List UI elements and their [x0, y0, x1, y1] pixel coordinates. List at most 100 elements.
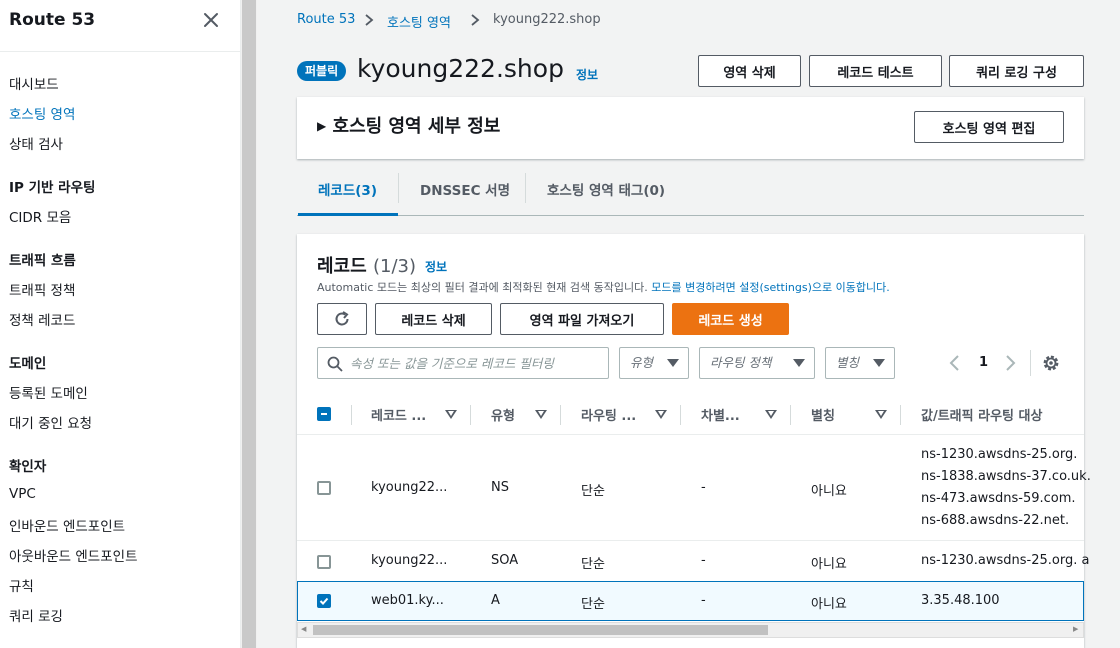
tab-tags[interactable]: 호스팅 영역 태그(0) — [547, 179, 665, 199]
record-search-field[interactable] — [317, 347, 609, 379]
sidebar-item-outbound-endpoints[interactable]: 아웃바운드 엔드포인트 — [9, 545, 138, 565]
col-type[interactable]: 유형 — [491, 405, 515, 424]
sidebar-scrollbar-thumb[interactable] — [242, 0, 256, 648]
sort-caret-icon[interactable] — [875, 410, 887, 419]
horizontal-scrollbar-thumb[interactable] — [313, 625, 768, 635]
breadcrumb-route53[interactable]: Route 53 — [297, 12, 355, 27]
sidebar-item-vpc[interactable]: VPC — [9, 486, 36, 502]
caret-right-icon: ▶ — [317, 119, 327, 133]
delete-record-button[interactable]: 레코드 삭제 — [375, 303, 492, 335]
zone-details-expander[interactable]: ▶ 호스팅 영역 세부 정보 — [317, 112, 500, 138]
record-search-input[interactable] — [350, 354, 600, 372]
active-tab-indicator — [298, 213, 398, 216]
sidebar-item-cidr[interactable]: CIDR 모음 — [9, 206, 71, 226]
breadcrumb-current: kyoung222.shop — [493, 12, 601, 27]
breadcrumb-hosted-zones[interactable]: 호스팅 영역 — [387, 12, 451, 31]
create-record-button[interactable]: 레코드 생성 — [672, 303, 789, 335]
record-value: 3.35.48.100 — [921, 593, 1000, 608]
sidebar-item-rules[interactable]: 규칙 — [9, 575, 34, 595]
records-count: (1/3) — [372, 256, 416, 277]
sidebar-title: Route 53 — [9, 10, 96, 30]
col-differentiator[interactable]: 차별... — [701, 405, 740, 424]
sidebar-item-traffic-policies[interactable]: 트래픽 정책 — [9, 279, 75, 299]
caret-down-icon — [873, 359, 885, 367]
delete-zone-button[interactable]: 영역 삭제 — [698, 55, 801, 87]
sidebar-item-query-logging[interactable]: 쿼리 로깅 — [9, 605, 63, 625]
tab-records[interactable]: 레코드(3) — [318, 179, 377, 199]
record-alias: 아니요 — [811, 484, 847, 499]
tab-divider — [398, 173, 399, 203]
scroll-right-icon[interactable]: ▶ — [1073, 625, 1078, 633]
column-divider — [470, 405, 471, 425]
sort-caret-icon[interactable] — [655, 410, 667, 419]
record-alias: 아니요 — [811, 597, 847, 612]
routing-filter-label: 라우팅 정책 — [710, 355, 772, 370]
sidebar-item-hosted-zones[interactable]: 호스팅 영역 — [9, 103, 75, 123]
col-alias[interactable]: 별칭 — [811, 405, 835, 424]
sort-caret-icon[interactable] — [535, 410, 547, 419]
current-page[interactable]: 1 — [979, 355, 988, 370]
import-zone-file-button[interactable]: 영역 파일 가져오기 — [500, 303, 664, 335]
col-record-name[interactable]: 레코드 ... — [371, 405, 426, 424]
zone-details-title: 호스팅 영역 세부 정보 — [332, 116, 501, 137]
record-value: ns-1230.awsdns-25.org. — [921, 447, 1078, 462]
sidebar-item-registered-domains[interactable]: 등록된 도메인 — [9, 382, 88, 402]
sort-caret-icon[interactable] — [765, 410, 777, 419]
records-info-link[interactable]: 정보 — [425, 258, 447, 275]
type-filter-select[interactable]: 유형 — [619, 347, 689, 379]
col-value[interactable]: 값/트래픽 라우팅 대상 — [921, 405, 1042, 424]
row-divider — [297, 540, 1084, 541]
sidebar-item-pending-requests[interactable]: 대기 중인 요청 — [9, 412, 92, 432]
record-type: A — [491, 593, 500, 608]
prev-page-icon[interactable] — [948, 354, 962, 372]
sidebar-group-resolver: 확인자 — [9, 459, 47, 475]
next-page-icon[interactable] — [1003, 354, 1017, 372]
record-name[interactable]: kyoung22... — [371, 480, 447, 495]
record-name[interactable]: web01.ky... — [371, 593, 444, 608]
refresh-button[interactable] — [317, 303, 367, 335]
record-name[interactable]: kyoung22... — [371, 553, 447, 568]
scroll-left-icon[interactable]: ◀ — [301, 625, 306, 633]
row-checkbox[interactable] — [317, 481, 331, 495]
column-divider — [900, 405, 901, 425]
chevron-right-icon — [471, 14, 480, 26]
record-type: SOA — [491, 553, 519, 568]
close-icon[interactable] — [202, 11, 220, 29]
tabs-baseline — [297, 215, 1084, 216]
gear-icon[interactable] — [1041, 353, 1061, 373]
sidebar-item-health-checks[interactable]: 상태 검사 — [9, 133, 63, 153]
column-divider — [790, 405, 791, 425]
record-differentiator: - — [701, 553, 706, 568]
settings-link[interactable]: 모드를 변경하려면 설정(settings)으로 이동합니다. — [651, 281, 889, 294]
sidebar-item-inbound-endpoints[interactable]: 인바운드 엔드포인트 — [9, 515, 125, 535]
select-all-checkbox[interactable] — [317, 407, 331, 421]
search-icon — [327, 356, 343, 372]
sidebar-item-dashboard[interactable]: 대시보드 — [9, 73, 59, 93]
record-routing: 단순 — [581, 484, 605, 499]
record-value: ns-473.awsdns-59.com. — [921, 491, 1076, 506]
records-description: Automatic 모드는 최상의 필터 결과에 최적화된 현재 검색 동작입니… — [317, 279, 890, 295]
row-checkbox[interactable] — [317, 594, 331, 608]
alias-filter-select[interactable]: 별칭 — [825, 347, 895, 379]
record-value: ns-688.awsdns-22.net. — [921, 513, 1070, 528]
col-routing[interactable]: 라우팅 ... — [581, 405, 636, 424]
records-description-text: Automatic 모드는 최상의 필터 결과에 최적화된 현재 검색 동작입니… — [317, 281, 652, 294]
title-info-link[interactable]: 정보 — [576, 66, 598, 83]
record-value: ns-1230.awsdns-25.org. a — [921, 553, 1090, 568]
test-record-button[interactable]: 레코드 테스트 — [809, 55, 942, 87]
edit-zone-button[interactable]: 호스팅 영역 편집 — [914, 111, 1064, 143]
sidebar-item-policy-records[interactable]: 정책 레코드 — [9, 309, 75, 329]
refresh-icon — [335, 311, 349, 326]
record-routing: 단순 — [581, 597, 605, 612]
query-logging-button[interactable]: 쿼리 로깅 구성 — [949, 55, 1084, 87]
sidebar-group-traffic-flow: 트래픽 흐름 — [9, 253, 76, 269]
sort-caret-icon[interactable] — [445, 410, 457, 419]
row-checkbox[interactable] — [317, 555, 331, 569]
check-icon — [319, 597, 329, 605]
tab-divider — [525, 173, 526, 203]
tab-dnssec[interactable]: DNSSEC 서명 — [420, 179, 510, 199]
pager-divider — [1030, 350, 1031, 376]
column-divider — [351, 405, 352, 425]
record-routing: 단순 — [581, 557, 605, 572]
routing-filter-select[interactable]: 라우팅 정책 — [699, 347, 815, 379]
